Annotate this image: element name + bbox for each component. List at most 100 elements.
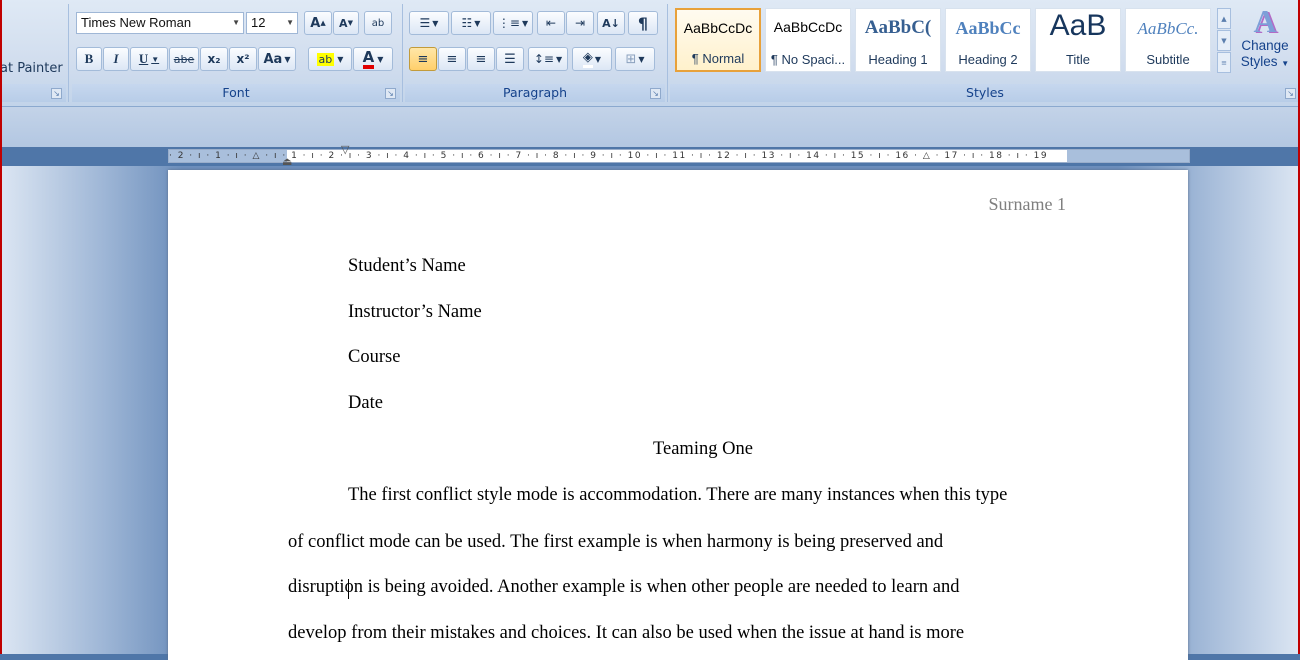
increase-indent-button[interactable]: ⇥	[566, 11, 594, 35]
paragraph-group-label: Paragraph	[405, 84, 665, 102]
style-heading-2[interactable]: AaBbCc Heading 2	[945, 8, 1031, 72]
styles-scroll-down-button[interactable]: ▼	[1217, 30, 1231, 51]
multilevel-list-icon: ⋮≡	[497, 16, 520, 30]
style-subtitle[interactable]: AaBbCc. Subtitle	[1125, 8, 1211, 72]
style-title[interactable]: AaB Title	[1035, 8, 1121, 72]
subscript-button[interactable]: x₂	[200, 47, 228, 71]
line-spacing-icon: ↕≡	[533, 52, 554, 66]
instructor-name-line[interactable]: Instructor’s Name	[348, 302, 482, 323]
italic-icon: I	[113, 51, 119, 66]
styles-group-label: Styles	[670, 84, 1300, 102]
date-line[interactable]: Date	[348, 393, 383, 414]
style-label: Heading 1	[868, 52, 928, 67]
horizontal-ruler[interactable]: · 2 · ı · 1 · ı · △ · ı · 1 · ı · 2 · ı …	[168, 149, 1190, 163]
chevron-down-icon[interactable]: ▼	[286, 13, 294, 33]
clear-formatting-button[interactable]: ab	[364, 11, 392, 35]
first-line-indent-marker[interactable]: ▽	[341, 143, 349, 156]
style-preview: AaBbCcDc	[773, 19, 843, 35]
clipboard-dialog-launcher[interactable]: ↘	[51, 88, 62, 99]
shrink-font-icon: A	[339, 16, 348, 30]
grow-font-icon: A	[310, 15, 321, 31]
strikethrough-icon: abe	[173, 52, 195, 66]
styles-more-button[interactable]: ≡	[1217, 52, 1231, 73]
change-styles-label-2: Styles ▼	[1240, 54, 1290, 69]
style-preview: AaBbCc	[955, 18, 1021, 38]
style-label: Title	[1065, 52, 1091, 67]
align-right-icon: ≡	[475, 51, 487, 67]
chevron-down-icon[interactable]: ▼	[232, 13, 240, 33]
superscript-icon: x²	[236, 52, 250, 66]
show-hide-button[interactable]: ¶	[628, 11, 658, 35]
line-spacing-button[interactable]: ↕≡ ▼	[528, 47, 568, 71]
styles-dialog-launcher[interactable]: ↘	[1285, 88, 1296, 99]
ruler-ticks: · 2 · ı · 1 · ı · △ · ı · 1 · ı · 2 · ı …	[169, 151, 1049, 161]
bold-icon: B	[84, 51, 94, 66]
shading-button[interactable]: ◈ ▼	[572, 47, 612, 71]
italic-button[interactable]: I	[103, 47, 129, 71]
sort-icon: A↓	[602, 16, 620, 30]
course-line[interactable]: Course	[348, 347, 400, 368]
underline-icon: U	[138, 51, 149, 66]
font-color-button[interactable]: A ▼	[353, 47, 393, 71]
style-preview: AaBbCc.	[1137, 19, 1199, 38]
styles-group: AaBbCcDc ¶ Normal AaBbCcDc ¶ No Spaci...…	[670, 0, 1300, 104]
increase-indent-icon: ⇥	[574, 16, 586, 30]
body-line-4[interactable]: develop from their mistakes and choices.…	[288, 623, 964, 644]
document-page[interactable]: Surname 1 Student’s Name Instructor’s Na…	[168, 170, 1188, 660]
justify-button[interactable]: ☰	[496, 47, 524, 71]
subscript-icon: x₂	[207, 52, 221, 66]
sort-button[interactable]: A↓	[597, 11, 625, 35]
underline-button[interactable]: U ▼	[130, 47, 168, 71]
superscript-button[interactable]: x²	[229, 47, 257, 71]
align-right-button[interactable]: ≡	[467, 47, 495, 71]
right-margin-shade	[1067, 150, 1189, 162]
style-normal[interactable]: AaBbCcDc ¶ Normal	[675, 8, 761, 72]
shrink-font-button[interactable]: A ▼	[333, 11, 359, 35]
font-size-combobox[interactable]: 12 ▼	[246, 12, 298, 34]
body-line-2[interactable]: of conflict mode can be used. The first …	[288, 532, 943, 553]
styles-scroll-up-button[interactable]: ▲	[1217, 8, 1231, 29]
decrease-indent-icon: ⇤	[545, 16, 557, 30]
grow-font-button[interactable]: A ▲	[304, 11, 332, 35]
style-no-spacing[interactable]: AaBbCcDc ¶ No Spaci...	[765, 8, 851, 72]
bullets-icon: ☰	[419, 16, 431, 30]
font-group-label: Font	[72, 84, 400, 102]
font-name-combobox[interactable]: Times New Roman ▼	[76, 12, 244, 34]
bold-button[interactable]: B	[76, 47, 102, 71]
text-highlight-button[interactable]: ab ▼	[308, 47, 352, 71]
numbering-button[interactable]: ☷ ▼	[451, 11, 491, 35]
document-title[interactable]: Teaming One	[653, 439, 753, 460]
student-name-line[interactable]: Student’s Name	[348, 256, 466, 277]
page-header-surname[interactable]: Surname 1	[989, 194, 1066, 215]
change-case-button[interactable]: Aa ▼	[258, 47, 296, 71]
clipboard-group: at Painter ↘	[0, 0, 66, 104]
bullets-button[interactable]: ☰ ▼	[409, 11, 449, 35]
text-cursor	[348, 579, 349, 599]
style-heading-1[interactable]: AaBbC( Heading 1	[855, 8, 941, 72]
format-painter-button[interactable]: at Painter	[0, 60, 63, 78]
style-preview: AaBbC(	[864, 17, 932, 38]
style-label: Subtitle	[1146, 52, 1190, 67]
align-center-button[interactable]: ≡	[438, 47, 466, 71]
style-label: Heading 2	[958, 52, 1018, 67]
style-label: ¶ No Spaci...	[770, 52, 846, 67]
align-left-button[interactable]: ≡	[409, 47, 437, 71]
multilevel-list-button[interactable]: ⋮≡ ▼	[493, 11, 533, 35]
window-left-border	[0, 0, 2, 654]
change-case-icon: Aa	[263, 51, 283, 67]
borders-button[interactable]: ⊞ ▼	[615, 47, 655, 71]
body-line-3[interactable]: disruption is being avoided. Another exa…	[288, 577, 959, 598]
font-dialog-launcher[interactable]: ↘	[385, 88, 396, 99]
pilcrow-icon: ¶	[637, 13, 649, 33]
style-label: ¶ Normal	[691, 51, 745, 66]
align-left-icon: ≡	[417, 51, 429, 67]
strikethrough-button[interactable]: abe	[169, 47, 199, 71]
ribbon: at Painter ↘ Times New Roman ▼ 12 ▼ A ▲ A…	[0, 0, 1300, 107]
highlighter-icon: ab	[316, 52, 335, 66]
style-preview: AaB	[1049, 9, 1107, 42]
change-styles-button[interactable]: A Change Styles ▼	[1236, 4, 1294, 82]
font-group: Times New Roman ▼ 12 ▼ A ▲ A ▼ ab B I U ▼ a…	[72, 0, 400, 104]
paragraph-dialog-launcher[interactable]: ↘	[650, 88, 661, 99]
body-line-1[interactable]: The first conflict style mode is accommo…	[348, 485, 1007, 506]
decrease-indent-button[interactable]: ⇤	[537, 11, 565, 35]
